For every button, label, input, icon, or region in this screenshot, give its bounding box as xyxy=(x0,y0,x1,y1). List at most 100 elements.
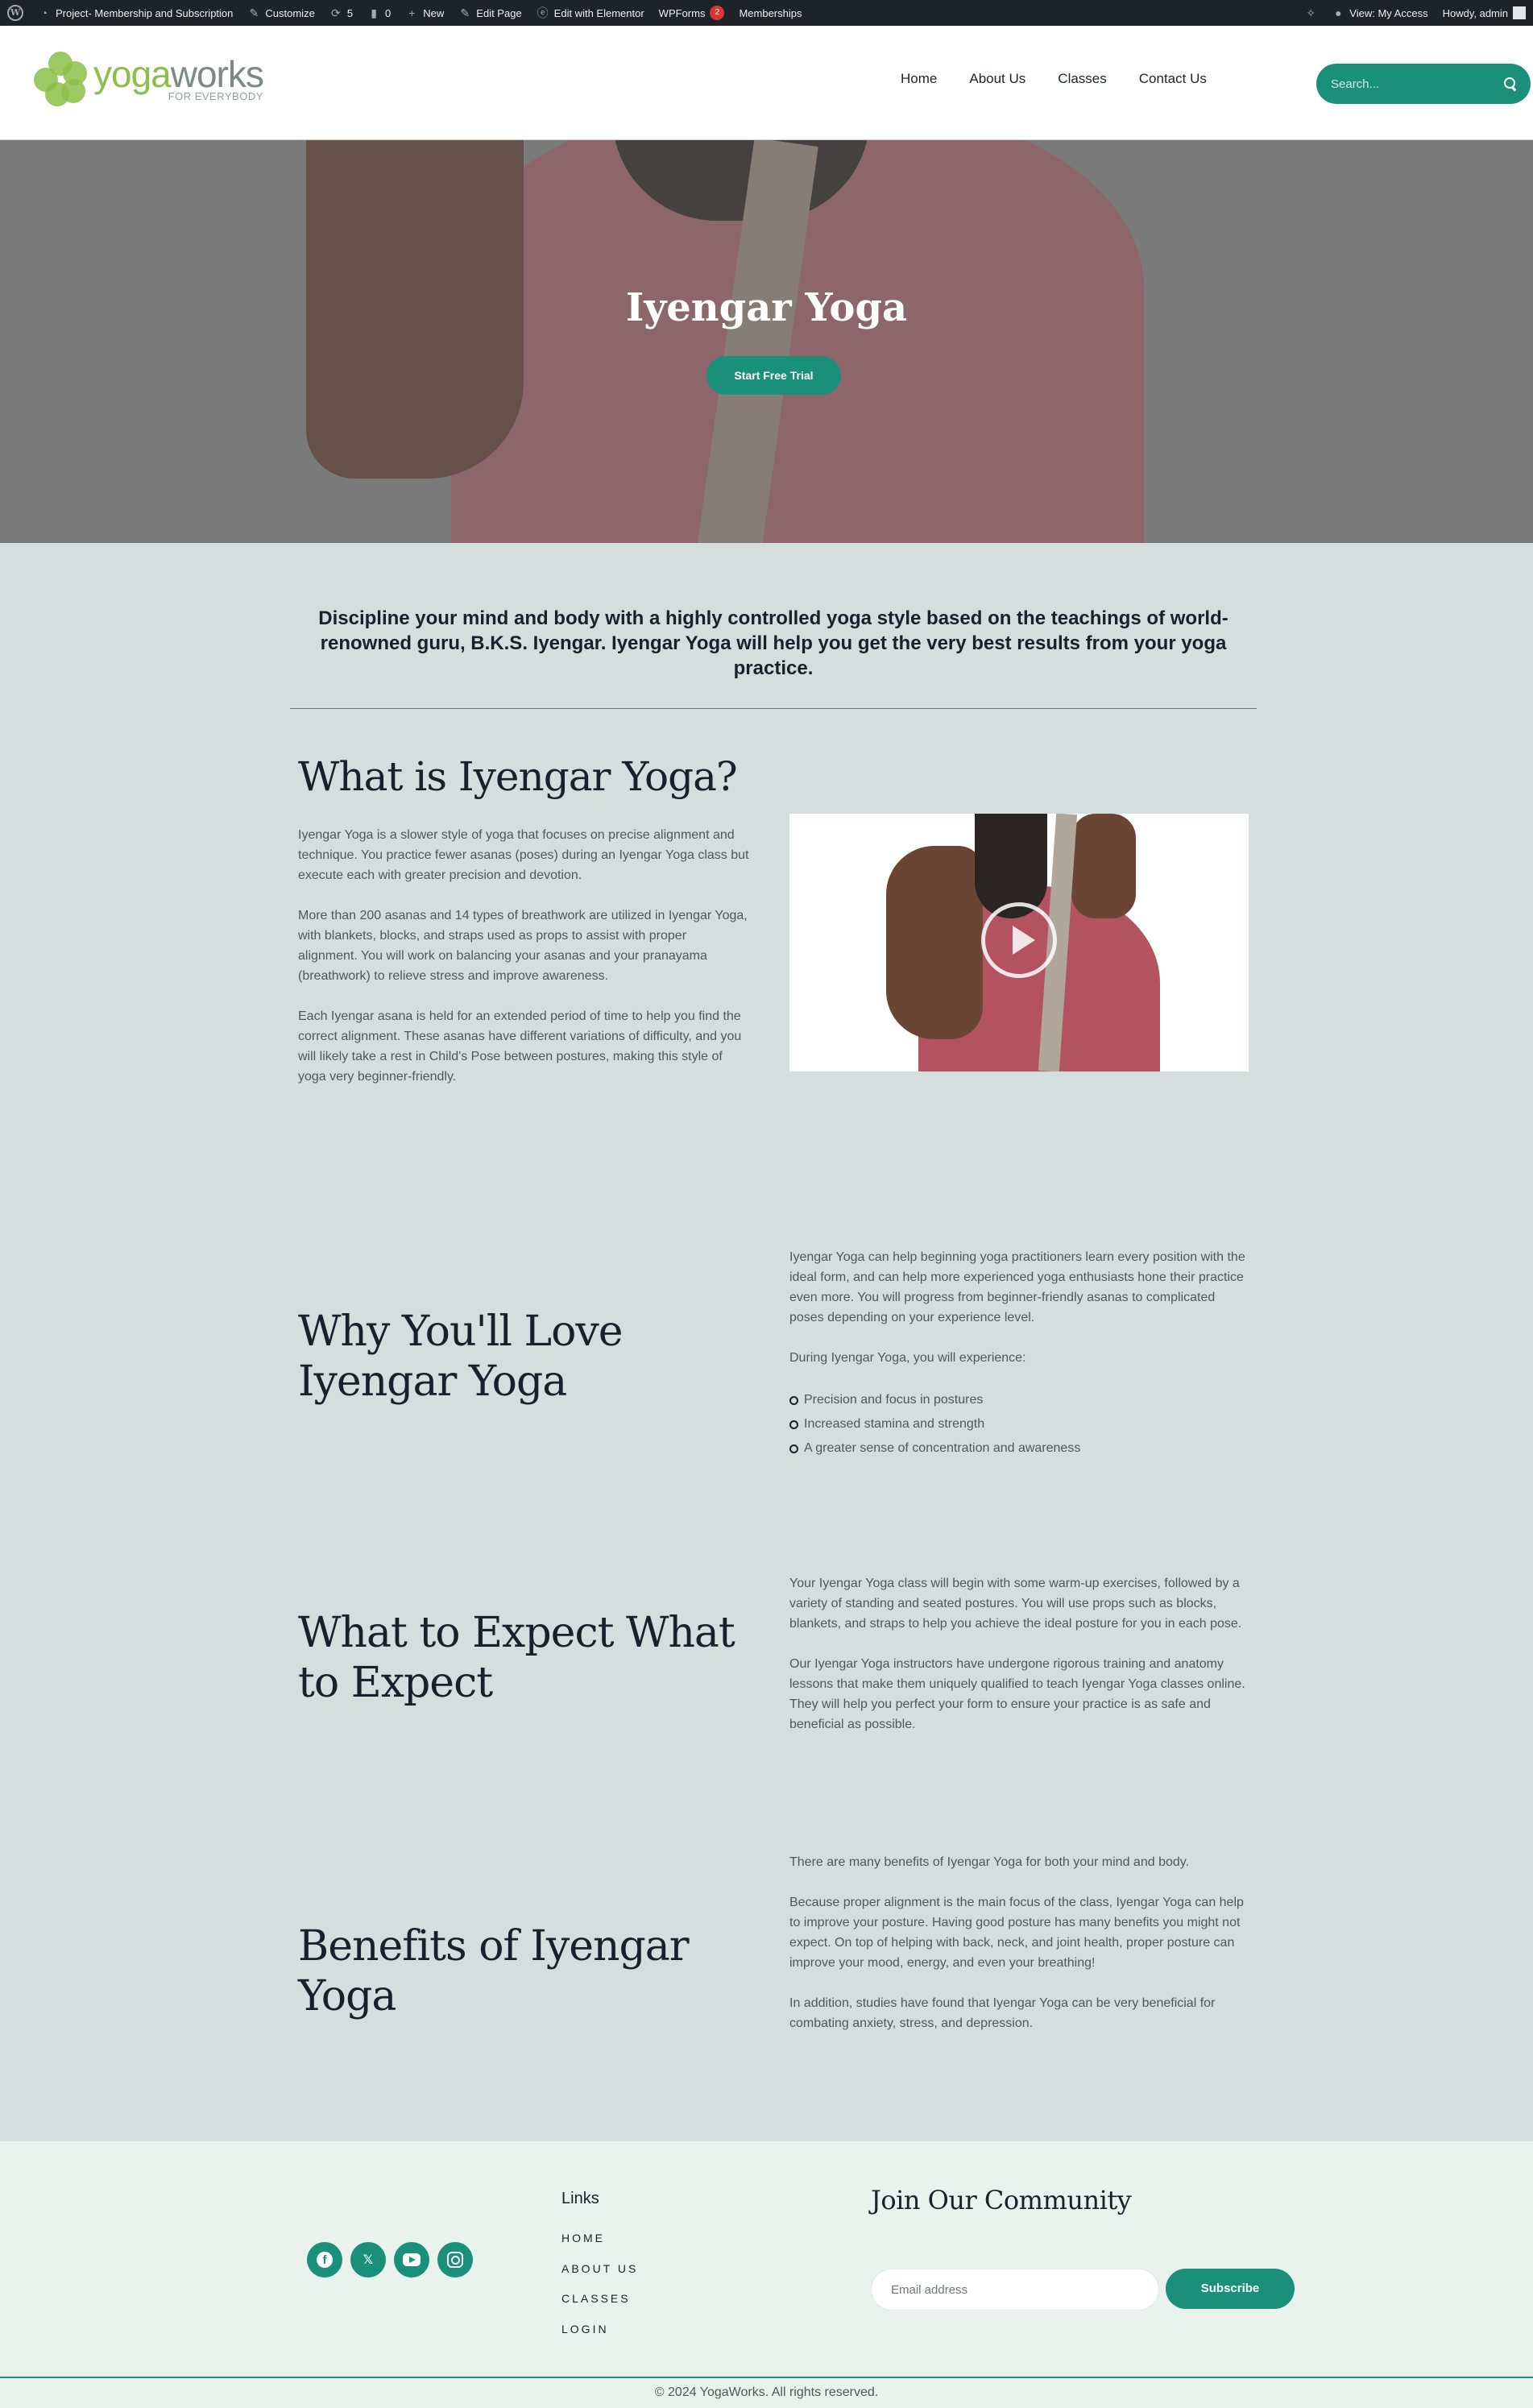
instagram-link[interactable] xyxy=(437,2242,473,2277)
list-item: A greater sense of concentration and awa… xyxy=(789,1436,1249,1461)
benefits-paragraph: Because proper alignment is the main foc… xyxy=(789,1896,1244,1970)
wordpress-logo-menu[interactable]: W xyxy=(0,0,31,26)
experience-list: Precision and focus in postures Increase… xyxy=(789,1388,1249,1461)
list-item: Precision and focus in postures xyxy=(789,1388,1249,1412)
site-logo[interactable]: yogaworks FOR EVERYBODY xyxy=(32,50,264,106)
sparkle-icon: ✧ xyxy=(1306,6,1316,19)
what-is-paragraph: More than 200 asanas and 14 types of bre… xyxy=(298,909,748,983)
lotus-logo-icon xyxy=(32,50,89,106)
search-form xyxy=(1316,64,1531,104)
nav-home[interactable]: Home xyxy=(885,71,953,87)
what-is-heading: What is Iyengar Yoga? xyxy=(298,753,738,800)
nav-classes[interactable]: Classes xyxy=(1042,71,1122,87)
updates-count: 5 xyxy=(346,6,354,19)
youtube-icon xyxy=(403,2253,421,2266)
new-content-menu[interactable]: + New xyxy=(398,0,451,26)
hero-banner: Iyengar Yoga Start Free Trial xyxy=(0,140,1533,543)
edit-page-label: Edit Page xyxy=(476,6,522,19)
footer-link-about-us[interactable]: ABOUT US xyxy=(561,2254,638,2285)
comment-icon: ▮ xyxy=(371,6,377,19)
footer-links-title: Links xyxy=(561,2190,599,2207)
edit-page-link[interactable]: ✎ Edit Page xyxy=(451,0,528,26)
expect-paragraph: Your Iyengar Yoga class will begin with … xyxy=(789,1577,1242,1631)
site-footer xyxy=(0,2141,1533,2377)
email-field[interactable] xyxy=(871,2269,1159,2311)
start-free-trial-button[interactable]: Start Free Trial xyxy=(706,356,841,395)
what-is-paragraph: Each Iyengar asana is held for an extend… xyxy=(298,1009,742,1084)
user-icon: ● xyxy=(1335,6,1342,19)
instagram-icon xyxy=(447,2252,463,2268)
list-item: Increased stamina and strength xyxy=(789,1412,1249,1436)
edit-elementor-link[interactable]: ⓔ Edit with Elementor xyxy=(529,0,652,26)
subscribe-button[interactable]: Subscribe xyxy=(1166,2269,1295,2309)
facebook-icon: f xyxy=(317,2252,333,2268)
logo-word-yoga: yoga xyxy=(93,52,172,95)
avatar xyxy=(1513,6,1526,19)
refresh-icon: ⟳ xyxy=(330,6,341,19)
footer-link-classes[interactable]: CLASSES xyxy=(561,2284,638,2315)
why-love-heading: Why You'll Love Iyengar Yoga xyxy=(298,1308,624,1406)
site-name-label: Project- Membership and Subscription xyxy=(56,6,234,19)
site-header: yogaworks FOR EVERYBODY Home About Us Cl… xyxy=(0,26,1533,140)
social-links: f 𝕏 xyxy=(307,2242,473,2277)
what-to-expect-body: Your Iyengar Yoga class will begin with … xyxy=(789,1573,1249,1755)
comments-count: 0 xyxy=(385,6,392,19)
intro-text: Discipline your mind and body with a hig… xyxy=(318,607,1228,680)
brush-icon: ✎ xyxy=(249,6,259,19)
search-icon[interactable] xyxy=(1503,77,1518,91)
edit-elementor-label: Edit with Elementor xyxy=(553,6,644,19)
wpforms-label: WPForms xyxy=(658,6,706,19)
benefits-heading: Benefits of Iyengar Yoga xyxy=(298,1922,690,2020)
benefits-paragraph: There are many benefits of Iyengar Yoga … xyxy=(789,1855,1190,1869)
search-input[interactable] xyxy=(1331,77,1503,91)
elementor-icon: ⓔ xyxy=(537,6,549,19)
howdy-label: Howdy, admin xyxy=(1442,6,1508,19)
page-title: Iyengar Yoga xyxy=(625,285,908,330)
video-player[interactable] xyxy=(789,814,1249,1071)
logo-word-works: works xyxy=(170,52,264,95)
copyright: © 2024 YogaWorks. All rights reserved. xyxy=(0,2377,1533,2408)
x-icon: 𝕏 xyxy=(363,2253,374,2267)
plus-icon: + xyxy=(408,6,416,19)
nav-contact-us[interactable]: Contact Us xyxy=(1123,71,1223,87)
nav-about-us[interactable]: About Us xyxy=(953,71,1042,87)
why-love-paragraph: Iyengar Yoga can help beginning yoga pra… xyxy=(789,1250,1245,1324)
why-love-paragraph: During Iyengar Yoga, you will experience… xyxy=(789,1351,1026,1365)
customize-label: Customize xyxy=(265,6,315,19)
wordpress-icon: W xyxy=(7,5,23,21)
benefits-paragraph: In addition, studies have found that Iye… xyxy=(789,1996,1216,2030)
main-navigation: Home About Us Classes Contact Us xyxy=(885,71,1223,87)
memberships-menu[interactable]: Memberships xyxy=(731,0,809,26)
facebook-link[interactable]: f xyxy=(307,2242,342,2277)
customize-link[interactable]: ✎ Customize xyxy=(240,0,321,26)
comments-link[interactable]: ▮ 0 xyxy=(360,0,398,26)
play-icon[interactable] xyxy=(981,902,1057,978)
what-is-paragraph: Iyengar Yoga is a slower style of yoga t… xyxy=(298,828,749,882)
admin-bar: W ◔ Project- Membership and Subscription … xyxy=(0,0,1533,26)
divider xyxy=(290,708,1257,709)
ai-assistant-link[interactable]: ✧ xyxy=(1297,0,1324,26)
why-love-body: Iyengar Yoga can help beginning yoga pra… xyxy=(789,1247,1249,1461)
memberships-label: Memberships xyxy=(739,6,802,19)
updates-link[interactable]: ⟳ 5 xyxy=(322,0,360,26)
view-access-menu[interactable]: ● View: My Access xyxy=(1324,0,1435,26)
x-link[interactable]: 𝕏 xyxy=(350,2242,386,2277)
footer-links: HOME ABOUT US CLASSES LOGIN xyxy=(561,2224,638,2344)
expect-paragraph: Our Iyengar Yoga instructors have underg… xyxy=(789,1657,1245,1731)
site-name-menu[interactable]: ◔ Project- Membership and Subscription xyxy=(31,0,240,26)
new-label: New xyxy=(423,6,445,19)
benefits-body: There are many benefits of Iyengar Yoga … xyxy=(789,1852,1249,2054)
footer-link-home[interactable]: HOME xyxy=(561,2224,638,2254)
footer-link-login[interactable]: LOGIN xyxy=(561,2315,638,2345)
what-is-body: Iyengar Yoga is a slower style of yoga t… xyxy=(298,825,749,1107)
what-to-expect-heading: What to Expect What to Expect xyxy=(298,1609,735,1707)
wpforms-badge: 2 xyxy=(710,6,725,20)
youtube-link[interactable] xyxy=(394,2242,429,2277)
pencil-icon: ✎ xyxy=(460,6,470,19)
view-access-label: View: My Access xyxy=(1349,6,1428,19)
newsletter-heading: Join Our Community xyxy=(871,2185,1132,2215)
dashboard-icon: ◔ xyxy=(40,6,48,19)
account-menu[interactable]: Howdy, admin xyxy=(1436,0,1533,26)
logo-wordmark: yogaworks FOR EVERYBODY xyxy=(93,52,264,102)
wpforms-menu[interactable]: WPForms 2 xyxy=(652,0,732,26)
